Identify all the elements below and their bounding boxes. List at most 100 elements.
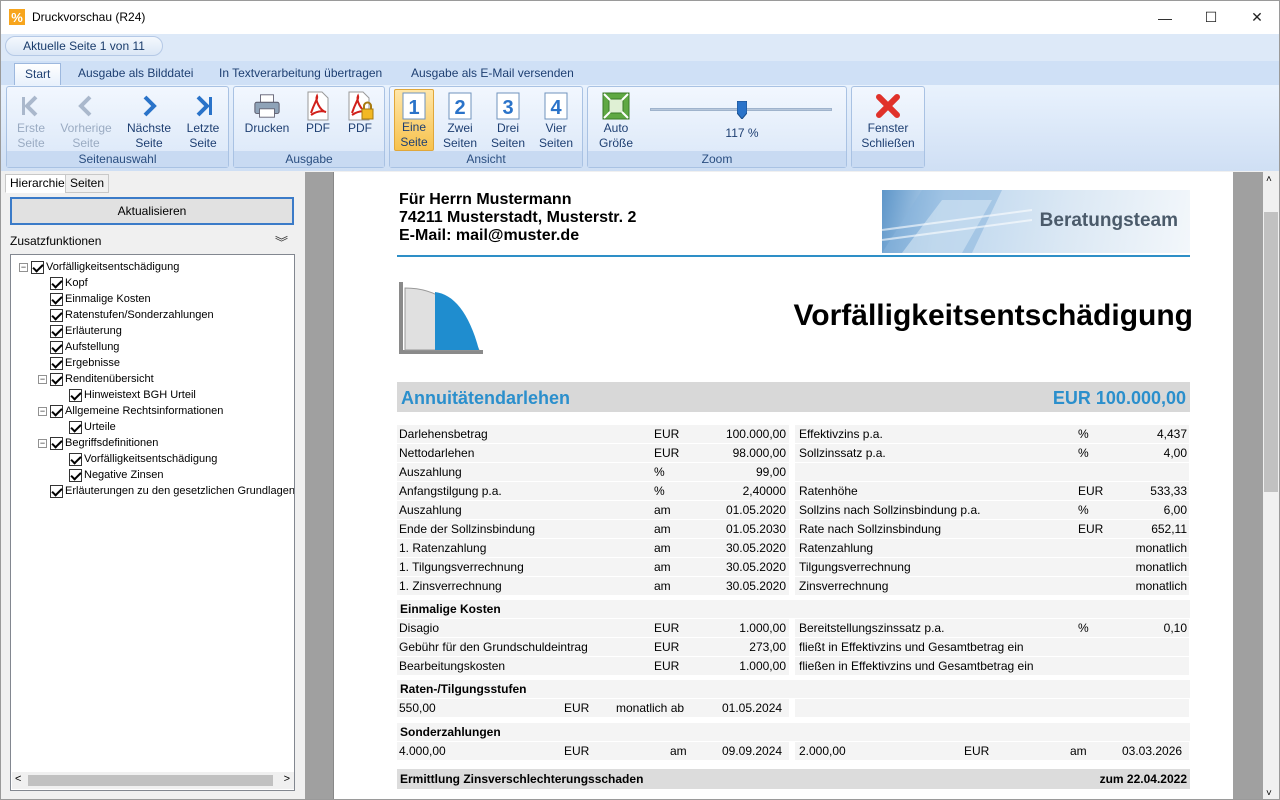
scroll-left-icon[interactable]: < xyxy=(15,773,21,785)
two-pages-button[interactable]: 2 Zwei Seiten xyxy=(440,89,480,151)
checkbox-checked-icon[interactable] xyxy=(69,468,82,482)
checkbox-checked-icon[interactable] xyxy=(69,420,82,434)
tree-node[interactable]: − Begriffsdefinitionen xyxy=(38,435,158,451)
loan-amount: EUR 100.000,00 xyxy=(1052,388,1186,408)
group-label-ansicht: Ansicht xyxy=(390,151,582,167)
red-x-icon xyxy=(874,91,902,121)
tree-node[interactable]: Negative Zinsen xyxy=(69,467,164,483)
tree-node[interactable]: Vorfälligkeitsentschädigung xyxy=(69,451,217,467)
checkbox-checked-icon[interactable] xyxy=(50,340,63,354)
tree-expander-icon[interactable]: − xyxy=(38,406,47,416)
tree-node[interactable]: Ratenstufen/Sonderzahlungen xyxy=(50,307,214,323)
tree-node[interactable]: Einmalige Kosten xyxy=(50,291,151,307)
cell-value: 2,40000 xyxy=(742,484,786,498)
tree-expander-icon[interactable]: − xyxy=(19,262,28,272)
scroll-thumb[interactable] xyxy=(28,775,273,786)
building-graphic-icon xyxy=(882,190,1032,253)
group-zoom: Auto Größe 117 % Zoom xyxy=(587,86,847,168)
tab-textverarbeitung[interactable]: In Textverarbeitung übertragen xyxy=(209,63,392,85)
next-page-label-2: Seite xyxy=(135,136,163,150)
tree-node[interactable]: − Renditenübersicht xyxy=(38,371,154,387)
tree-node[interactable]: Erläuterung xyxy=(50,323,122,339)
tree-expander-icon[interactable]: − xyxy=(38,374,47,384)
cell-unit: EUR xyxy=(654,446,680,460)
auto-size-label-2: Größe xyxy=(598,136,633,150)
checkbox-checked-icon[interactable] xyxy=(50,372,63,386)
tab-email[interactable]: Ausgabe als E-Mail versenden xyxy=(401,63,584,85)
scroll-right-icon[interactable]: > xyxy=(284,773,290,785)
cell-label: Disagio xyxy=(399,621,440,635)
tree-node-label: Aufstellung xyxy=(65,341,120,353)
minimize-button[interactable]: — xyxy=(1142,1,1188,34)
checkbox-checked-icon[interactable] xyxy=(50,292,63,306)
preview-vertical-scrollbar[interactable]: ˄ ˅ xyxy=(1263,172,1279,799)
zoom-slider-thumb[interactable] xyxy=(736,100,748,120)
checkbox-checked-icon[interactable] xyxy=(50,484,63,498)
cell-value: 30.05.2020 xyxy=(725,541,786,555)
checkbox-checked-icon[interactable] xyxy=(50,404,63,418)
beratungsteam-banner: Beratungsteam xyxy=(882,190,1190,253)
pdf-button[interactable]: PDF xyxy=(302,89,334,151)
pdf-label: PDF xyxy=(306,121,330,135)
next-page-button[interactable]: Nächste Seite xyxy=(125,89,173,151)
raten-cell: EUR xyxy=(564,701,590,715)
cell-value: monatlich xyxy=(1135,579,1187,593)
scroll-down-icon[interactable]: ˅ xyxy=(1266,788,1272,799)
print-button[interactable]: Drucken xyxy=(242,89,292,151)
tree-node[interactable]: Erläuterungen zu den gesetzlichen Grundl… xyxy=(50,483,294,499)
close-window-button[interactable]: Fenster Schließen xyxy=(858,89,918,151)
auto-size-button[interactable]: Auto Größe xyxy=(594,89,638,151)
group-seitenauswahl: Erste Seite Vorherige Seite Nächste Seite L… xyxy=(6,86,229,168)
cell-unit: am xyxy=(654,522,671,536)
checkbox-checked-icon[interactable] xyxy=(50,308,63,322)
previous-page-button[interactable]: Vorherige Seite xyxy=(59,89,113,151)
tab-bilddatei[interactable]: Ausgabe als Bilddatei xyxy=(68,63,203,85)
checkbox-checked-icon[interactable] xyxy=(31,260,44,274)
cell-unit: EUR xyxy=(654,621,680,635)
tab-hierarchie[interactable]: Hierarchie xyxy=(5,174,70,193)
next-page-label-1: Nächste xyxy=(126,121,172,135)
app-percent-icon: % xyxy=(9,9,25,25)
tree-horizontal-scrollbar[interactable]: < > xyxy=(12,772,294,789)
tree-node[interactable]: Ergebnisse xyxy=(50,355,120,371)
cell-value: 100.000,00 xyxy=(725,427,786,441)
tab-seiten[interactable]: Seiten xyxy=(65,174,110,193)
first-page-button[interactable]: Erste Seite xyxy=(11,89,51,151)
tree-node-label: Kopf xyxy=(65,277,88,289)
checkbox-checked-icon[interactable] xyxy=(50,324,63,338)
scroll-up-icon[interactable]: ˄ xyxy=(1266,174,1272,185)
tree-node-label: Vorfälligkeitsentschädigung xyxy=(84,453,218,465)
checkbox-checked-icon[interactable] xyxy=(69,452,82,466)
checkbox-checked-icon[interactable] xyxy=(69,388,82,402)
tree-node[interactable]: Aufstellung xyxy=(50,339,119,355)
cell-unit: % xyxy=(1078,446,1089,460)
zoom-slider[interactable] xyxy=(650,100,834,120)
last-page-button[interactable]: Letzte Seite xyxy=(182,89,224,151)
close-button[interactable]: ✕ xyxy=(1234,1,1279,34)
tab-start[interactable]: Start xyxy=(14,63,62,85)
maximize-button[interactable]: ☐ xyxy=(1188,1,1234,34)
refresh-button[interactable]: Aktualisieren xyxy=(10,197,294,225)
page-indicator[interactable]: Aktuelle Seite 1 von 11 xyxy=(5,36,163,56)
tree-node[interactable]: − Allgemeine Rechtsinformationen xyxy=(38,403,223,419)
collapse-chevron-icon[interactable]: ︾ xyxy=(275,232,288,251)
tree-node[interactable]: − Vorfälligkeitsentschädigung xyxy=(19,259,179,275)
pdf-secure-button[interactable]: PDF xyxy=(344,89,376,151)
first-page-icon xyxy=(17,91,45,121)
vertical-scroll-thumb[interactable] xyxy=(1264,212,1278,492)
three-pages-button[interactable]: 3 Drei Seiten xyxy=(488,89,528,151)
tree-node[interactable]: Kopf xyxy=(50,275,88,291)
raten-cell: 550,00 xyxy=(399,701,436,715)
tree-node[interactable]: Urteile xyxy=(69,419,116,435)
cell-label: Effektivzins p.a. xyxy=(799,427,883,441)
checkbox-checked-icon[interactable] xyxy=(50,276,63,290)
tree-node[interactable]: Hinweistext BGH Urteil xyxy=(69,387,196,403)
four-pages-button[interactable]: 4 Vier Seiten xyxy=(536,89,576,151)
cell-label: Darlehensbetrag xyxy=(399,427,488,441)
checkbox-checked-icon[interactable] xyxy=(50,436,63,450)
checkbox-checked-icon[interactable] xyxy=(50,356,63,370)
one-page-button[interactable]: 1 Eine Seite xyxy=(394,89,434,151)
tree-expander-icon[interactable]: − xyxy=(38,438,47,448)
four-pages-label-1: Vier xyxy=(545,121,567,135)
one-page-label-2: Seite xyxy=(400,135,428,149)
